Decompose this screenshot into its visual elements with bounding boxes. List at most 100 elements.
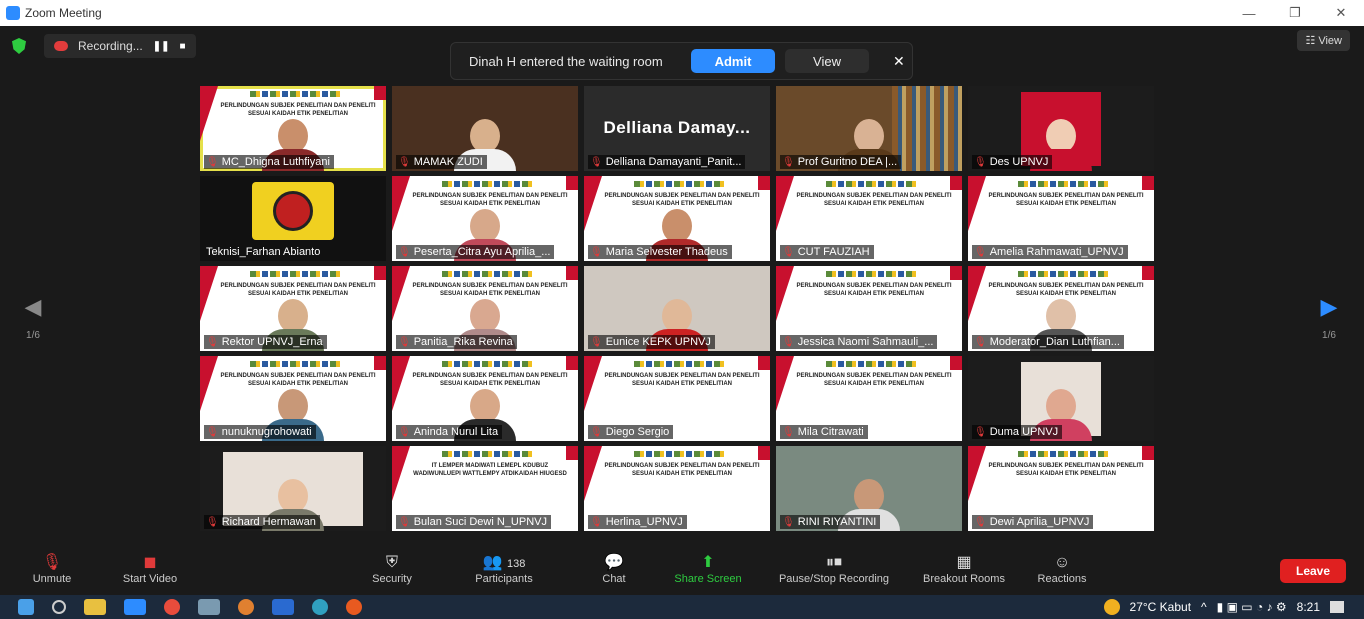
maximize-button[interactable]: ❐: [1272, 0, 1318, 26]
notification-message: Dinah H entered the waiting room: [469, 53, 663, 69]
share-screen-button[interactable]: ⬆ Share Screen: [668, 553, 748, 585]
security-button[interactable]: ⛨ Security: [364, 553, 420, 585]
window-controls: — ❐ ✕: [1226, 0, 1364, 26]
start-video-button[interactable]: ◼ Start Video: [114, 553, 186, 585]
pause-stop-recording-button[interactable]: ⏸⏹ Pause/Stop Recording: [768, 553, 900, 585]
search-icon[interactable]: [52, 600, 66, 614]
tray-chevron-icon[interactable]: ^: [1201, 600, 1207, 614]
participant-tile[interactable]: PERLINDUNGAN SUBJEK PENELITIAN DAN PENEL…: [776, 266, 962, 351]
word-icon[interactable]: [272, 599, 294, 615]
participant-name: Des UPNVJ: [989, 156, 1049, 168]
muted-mic-icon: 🎙: [974, 336, 987, 348]
slide-decoration: [566, 176, 578, 190]
slide-decoration: [950, 356, 962, 370]
slide-logos: [826, 361, 916, 367]
participant-tile[interactable]: PERLINDUNGAN SUBJEK PENELITIAN DAN PENEL…: [584, 176, 770, 261]
participant-tile[interactable]: Teknisi_Farhan Abianto: [200, 176, 386, 261]
clock-time[interactable]: 8:21: [1297, 600, 1320, 614]
participants-button[interactable]: 👥 138 Participants: [464, 553, 544, 585]
participant-name: Duma UPNVJ: [989, 426, 1059, 438]
minimize-button[interactable]: —: [1226, 0, 1272, 26]
participant-face: [278, 479, 308, 513]
close-window-button[interactable]: ✕: [1318, 0, 1364, 26]
muted-mic-icon: 🎙: [782, 426, 795, 438]
participant-tile[interactable]: PERLINDUNGAN SUBJEK PENELITIAN DAN PENEL…: [392, 356, 578, 441]
participant-tile[interactable]: PERLINDUNGAN SUBJEK PENELITIAN DAN PENEL…: [968, 176, 1154, 261]
chat-button[interactable]: 💬 Chat: [596, 553, 632, 585]
chrome-icon[interactable]: [164, 599, 180, 615]
participant-face: [470, 209, 500, 243]
stop-recording-button[interactable]: ■: [179, 41, 185, 52]
slide-title: PERLINDUNGAN SUBJEK PENELITIAN DAN PENEL…: [796, 283, 952, 297]
participant-tile[interactable]: Delliana Damay... 🎙 Delliana Damayanti_Pan…: [584, 86, 770, 171]
tray-icons[interactable]: ▮ ▣ ▭ ◔ ♪ ⚙: [1217, 600, 1287, 614]
pause-recording-button[interactable]: ❚❚: [153, 41, 170, 52]
slide-decoration: [758, 446, 770, 460]
participant-face: [1046, 389, 1076, 423]
slide-decoration: [374, 356, 386, 370]
participant-nameplate: 🎙 CUT FAUZIAH: [780, 245, 874, 259]
participant-tile[interactable]: PERLINDUNGAN SUBJEK PENELITIAN DAN PENEL…: [584, 446, 770, 531]
participant-tile[interactable]: PERLINDUNGAN SUBJEK PENELITIAN DAN PENEL…: [776, 176, 962, 261]
participant-tile[interactable]: PERLINDUNGAN SUBJEK PENELITIAN DAN PENEL…: [200, 356, 386, 441]
participant-nameplate: 🎙 Herlina_UPNVJ: [588, 515, 687, 529]
next-page-nav[interactable]: ▶ 1/6: [1314, 296, 1344, 342]
participant-tile[interactable]: PERLINDUNGAN SUBJEK PENELITIAN DAN PENEL…: [392, 176, 578, 261]
breakout-rooms-button[interactable]: ▦ Breakout Rooms: [914, 553, 1014, 585]
participant-face: [1046, 119, 1076, 153]
file-explorer-icon[interactable]: [84, 599, 106, 615]
participant-tile[interactable]: PERLINDUNGAN SUBJEK PENELITIAN DAN PENEL…: [968, 446, 1154, 531]
participant-tile[interactable]: 🎙 Des UPNVJ: [968, 86, 1154, 171]
weather-sun-icon[interactable]: [1103, 599, 1120, 615]
slide-logos: [826, 271, 916, 277]
participant-tile[interactable]: PERLINDUNGAN SUBJEK PENELITIAN DAN PENEL…: [392, 266, 578, 351]
slide-title: PERLINDUNGAN SUBJEK PENELITIAN DAN PENEL…: [412, 283, 568, 297]
participant-tile[interactable]: 🎙 RINI RIYANTINI: [776, 446, 962, 531]
leave-button[interactable]: Leave: [1280, 559, 1346, 583]
participant-tile[interactable]: PERLINDUNGAN SUBJEK PENELITIAN DAN PENEL…: [200, 86, 386, 171]
muted-mic-icon: 🎙: [590, 246, 603, 258]
participant-tile[interactable]: 🎙 Prof Guritno DEA |...: [776, 86, 962, 171]
reactions-button[interactable]: ☺ Reactions: [1030, 553, 1094, 585]
participant-tile[interactable]: PERLINDUNGAN SUBJEK PENELITIAN DAN PENEL…: [968, 266, 1154, 351]
muted-mic-icon: 🎙: [206, 426, 219, 438]
view-waiting-room-button[interactable]: View: [785, 49, 869, 73]
participant-tile[interactable]: IT LEMPER MADIWATI LEMEPL KDUBUZ WADIWUN…: [392, 446, 578, 531]
slide-decoration: [200, 86, 218, 141]
browser-icon[interactable]: [238, 599, 254, 615]
participant-tile[interactable]: PERLINDUNGAN SUBJEK PENELITIAN DAN PENEL…: [584, 356, 770, 441]
zoom-taskbar-icon[interactable]: [124, 599, 146, 615]
slide-logos: [634, 361, 724, 367]
slide-logos: [1018, 181, 1108, 187]
participant-name: Mila Citrawati: [797, 426, 864, 438]
unmute-button[interactable]: 🎙 Unmute: [26, 553, 78, 585]
notifications-icon[interactable]: [1330, 601, 1344, 613]
edge-icon[interactable]: [312, 599, 328, 615]
participant-name: CUT FAUZIAH: [797, 246, 870, 258]
slide-title: PERLINDUNGAN SUBJEK PENELITIAN DAN PENEL…: [604, 463, 760, 477]
chat-bubble-icon: 💬: [604, 554, 624, 571]
app-icon[interactable]: [198, 599, 220, 615]
participant-tile[interactable]: PERLINDUNGAN SUBJEK PENELITIAN DAN PENEL…: [200, 266, 386, 351]
admit-button[interactable]: Admit: [691, 49, 775, 73]
weather-text[interactable]: 27°C Kabut: [1130, 600, 1192, 614]
participant-tile[interactable]: 🎙 MAMAK ZUDI: [392, 86, 578, 171]
participant-tile[interactable]: 🎙 Eunice KEPK UPNVJ: [584, 266, 770, 351]
start-menu-icon[interactable]: [18, 599, 34, 615]
view-layout-button[interactable]: ☷ View: [1297, 30, 1350, 51]
encryption-shield-icon[interactable]: [12, 38, 26, 54]
participant-nameplate: 🎙 Duma UPNVJ: [972, 425, 1063, 439]
prev-page-nav[interactable]: ◀ 1/6: [18, 296, 48, 342]
firefox-icon[interactable]: [346, 599, 362, 615]
close-notification-icon[interactable]: ✕: [893, 53, 905, 70]
participant-face: [662, 299, 692, 333]
participant-tile[interactable]: 🎙 Richard Hermawan: [200, 446, 386, 531]
participant-tile[interactable]: PERLINDUNGAN SUBJEK PENELITIAN DAN PENEL…: [776, 356, 962, 441]
prev-page-icon[interactable]: ◀: [18, 296, 48, 318]
pause-stop-icon: ⏸⏹: [825, 554, 842, 571]
next-page-icon[interactable]: ▶: [1314, 296, 1344, 318]
participant-nameplate: 🎙 Bulan Suci Dewi N_UPNVJ: [396, 515, 551, 529]
participant-name: Jessica Naomi Sahmauli_...: [797, 336, 934, 348]
participant-tile[interactable]: 🎙 Duma UPNVJ: [968, 356, 1154, 441]
participant-nameplate: 🎙 Richard Hermawan: [204, 515, 320, 529]
